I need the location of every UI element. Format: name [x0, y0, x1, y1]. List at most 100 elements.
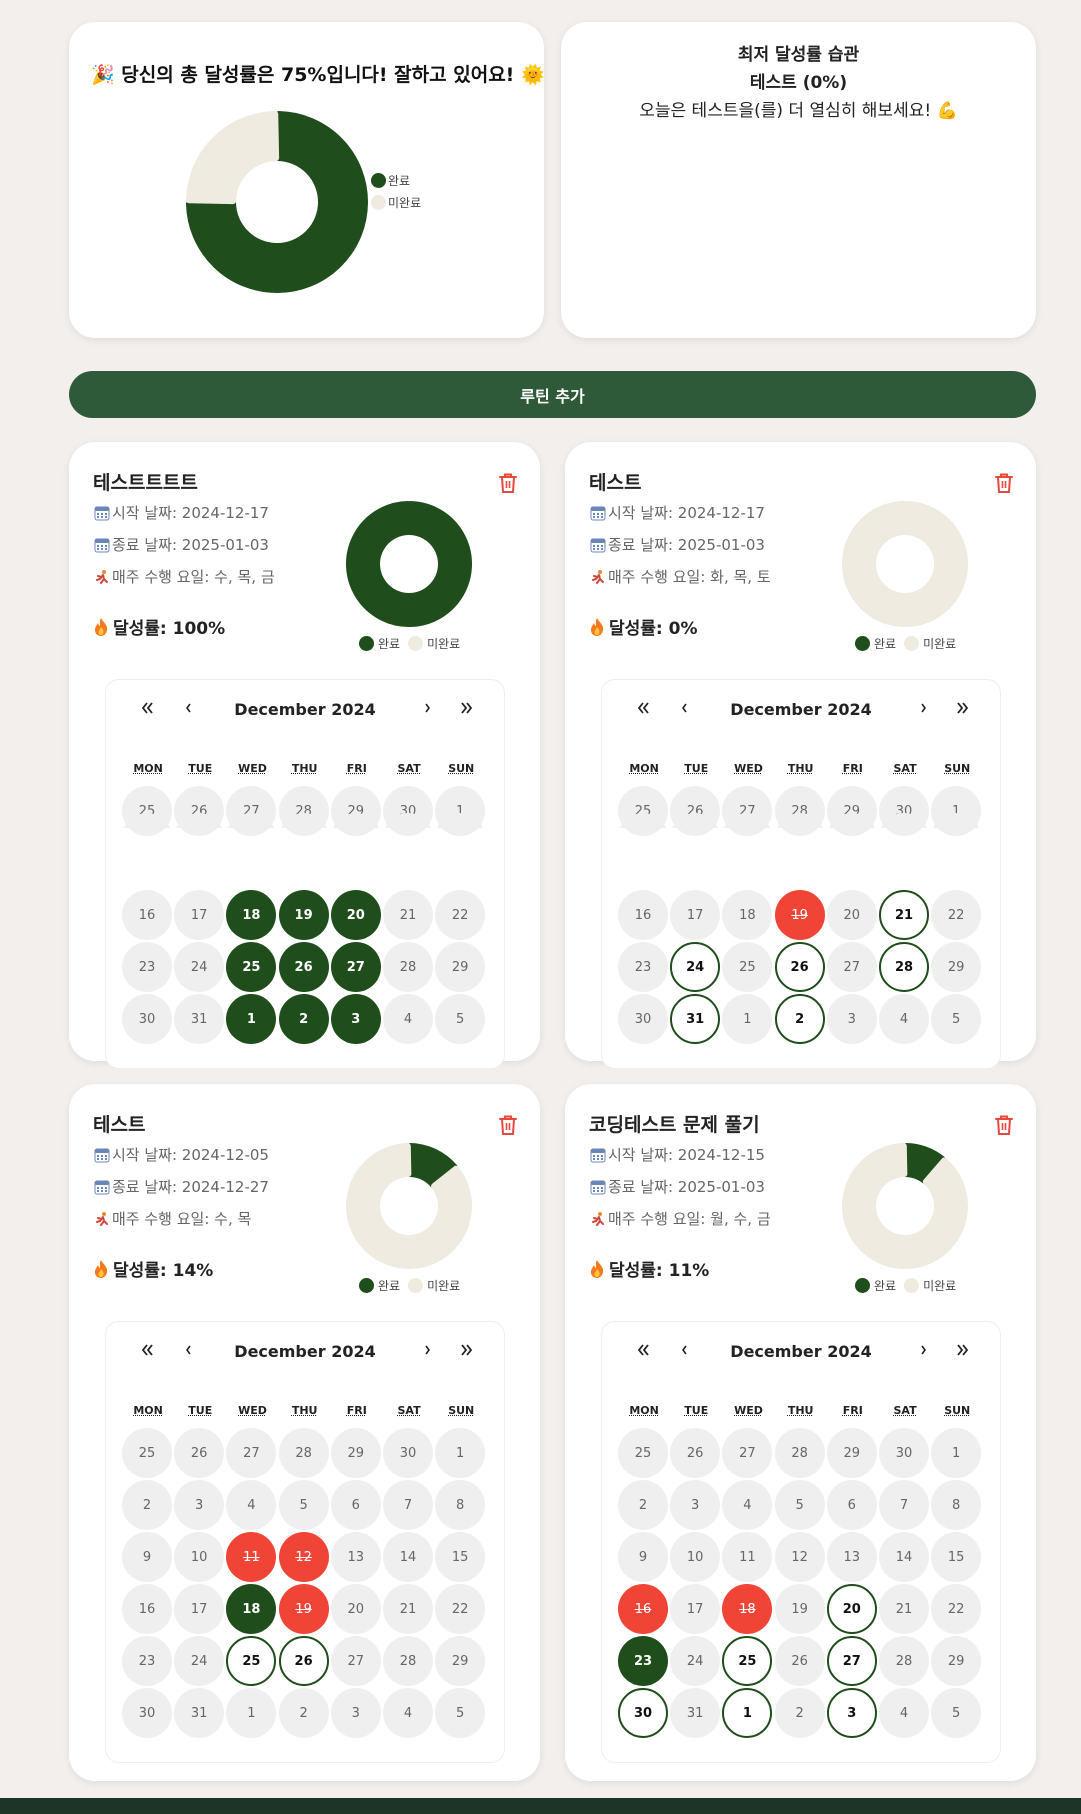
calendar-day[interactable]: 3: [330, 994, 381, 1044]
calendar-day[interactable]: 6: [826, 1480, 877, 1530]
calendar-day[interactable]: 2: [278, 1688, 329, 1738]
calendar-day[interactable]: 2: [122, 1480, 172, 1530]
calendar-day[interactable]: 27: [330, 1636, 381, 1686]
calendar-day[interactable]: 1: [435, 786, 486, 836]
calendar-day[interactable]: 25: [722, 942, 773, 992]
calendar-day[interactable]: 5: [931, 1688, 982, 1738]
calendar-day[interactable]: 28: [278, 786, 329, 836]
calendar-day[interactable]: 9: [122, 813, 172, 828]
trash-icon[interactable]: [498, 1114, 520, 1138]
calendar-day[interactable]: 31: [670, 994, 721, 1044]
calendar-day[interactable]: 5: [278, 1480, 329, 1530]
trash-icon[interactable]: [994, 472, 1016, 496]
calendar-day[interactable]: 9: [618, 1532, 668, 1582]
calendar-day[interactable]: 9: [122, 1532, 172, 1582]
trash-icon[interactable]: [994, 1114, 1016, 1138]
calendar-day[interactable]: 30: [618, 994, 668, 1044]
calendar-day[interactable]: 29: [931, 942, 982, 992]
calendar-day[interactable]: 5: [774, 1480, 825, 1530]
calendar-day[interactable]: 23: [618, 942, 668, 992]
calendar-day[interactable]: 27: [330, 942, 381, 992]
calendar-day[interactable]: 20: [826, 890, 877, 940]
calendar-day[interactable]: 31: [174, 994, 225, 1044]
calendar-day[interactable]: 16: [122, 890, 172, 940]
calendar-day[interactable]: 17: [670, 890, 721, 940]
calendar-day[interactable]: 11: [226, 813, 277, 828]
calendar-day[interactable]: 16: [122, 1584, 172, 1634]
calendar-month-label[interactable]: December 2024: [602, 700, 1000, 719]
calendar-day[interactable]: 23: [122, 1636, 172, 1686]
calendar-day[interactable]: 24: [174, 942, 225, 992]
calendar-day[interactable]: 17: [670, 1584, 721, 1634]
calendar-day[interactable]: 3: [826, 994, 877, 1044]
calendar-day[interactable]: 4: [722, 1480, 773, 1530]
calendar-day[interactable]: 27: [826, 942, 877, 992]
calendar-day[interactable]: 25: [122, 1428, 172, 1478]
calendar-day[interactable]: 1: [226, 1688, 277, 1738]
calendar-day[interactable]: 28: [278, 1428, 329, 1478]
calendar-day[interactable]: 30: [122, 1688, 172, 1738]
calendar-day[interactable]: 10: [174, 813, 225, 828]
calendar-day[interactable]: 15: [435, 813, 486, 828]
calendar-day[interactable]: 21: [383, 890, 433, 940]
calendar-day[interactable]: 2: [618, 1480, 668, 1530]
calendar-day[interactable]: 4: [383, 994, 433, 1044]
calendar-day[interactable]: 5: [435, 1688, 486, 1738]
calendar-day[interactable]: 1: [435, 1428, 486, 1478]
trash-icon[interactable]: [498, 472, 520, 496]
calendar-day[interactable]: 22: [931, 1584, 982, 1634]
calendar-day[interactable]: 13: [826, 813, 877, 828]
calendar-day[interactable]: 31: [670, 1688, 721, 1738]
calendar-day[interactable]: 28: [879, 942, 929, 992]
calendar-month-label[interactable]: December 2024: [602, 1342, 1000, 1361]
calendar-day[interactable]: 3: [330, 1688, 381, 1738]
calendar-day[interactable]: 14: [879, 813, 929, 828]
calendar-day[interactable]: 22: [435, 1584, 486, 1634]
calendar-day[interactable]: 7: [383, 1480, 433, 1530]
calendar-day[interactable]: 26: [670, 1428, 721, 1478]
calendar-day[interactable]: 14: [383, 813, 433, 828]
calendar-day[interactable]: 21: [879, 890, 929, 940]
calendar-day[interactable]: 20: [330, 890, 381, 940]
calendar-day[interactable]: 25: [226, 1636, 277, 1686]
calendar-day[interactable]: 25: [722, 1636, 773, 1686]
calendar-day[interactable]: 3: [826, 1688, 877, 1738]
calendar-day[interactable]: 9: [618, 813, 668, 828]
calendar-day[interactable]: 1: [226, 994, 277, 1044]
calendar-day[interactable]: 25: [618, 1428, 668, 1478]
calendar-day[interactable]: 1: [722, 1688, 773, 1738]
calendar-day[interactable]: 24: [174, 1636, 225, 1686]
calendar-day[interactable]: 26: [174, 1428, 225, 1478]
calendar-day[interactable]: 27: [226, 1428, 277, 1478]
calendar-day[interactable]: 26: [670, 786, 721, 836]
calendar-day[interactable]: 4: [879, 994, 929, 1044]
calendar-day[interactable]: 30: [383, 1428, 433, 1478]
calendar-day[interactable]: 16: [618, 890, 668, 940]
calendar-month-label[interactable]: December 2024: [106, 1342, 504, 1361]
calendar-day[interactable]: 18: [722, 1584, 773, 1634]
calendar-day[interactable]: 25: [226, 942, 277, 992]
calendar-day[interactable]: 29: [931, 1636, 982, 1686]
calendar-day[interactable]: 15: [435, 1532, 486, 1582]
calendar-day[interactable]: 27: [226, 786, 277, 836]
calendar-day[interactable]: 29: [435, 1636, 486, 1686]
calendar-day[interactable]: 28: [383, 1636, 433, 1686]
calendar-day[interactable]: 29: [826, 1428, 877, 1478]
calendar-day[interactable]: 4: [879, 1688, 929, 1738]
calendar-day[interactable]: 2: [278, 994, 329, 1044]
calendar-day[interactable]: 1: [722, 994, 773, 1044]
calendar-day[interactable]: 6: [330, 1480, 381, 1530]
calendar-day[interactable]: 22: [931, 890, 982, 940]
calendar-day[interactable]: 2: [774, 1688, 825, 1738]
calendar-day[interactable]: 7: [879, 1480, 929, 1530]
calendar-day[interactable]: 3: [670, 1480, 721, 1530]
calendar-day[interactable]: 28: [879, 1636, 929, 1686]
calendar-day[interactable]: 19: [774, 1584, 825, 1634]
calendar-day[interactable]: 5: [931, 994, 982, 1044]
calendar-day[interactable]: 13: [826, 1532, 877, 1582]
calendar-day[interactable]: 8: [931, 1480, 982, 1530]
calendar-day[interactable]: 28: [383, 942, 433, 992]
calendar-day[interactable]: 29: [330, 786, 381, 836]
calendar-day[interactable]: 27: [722, 786, 773, 836]
calendar-day[interactable]: 10: [670, 813, 721, 828]
